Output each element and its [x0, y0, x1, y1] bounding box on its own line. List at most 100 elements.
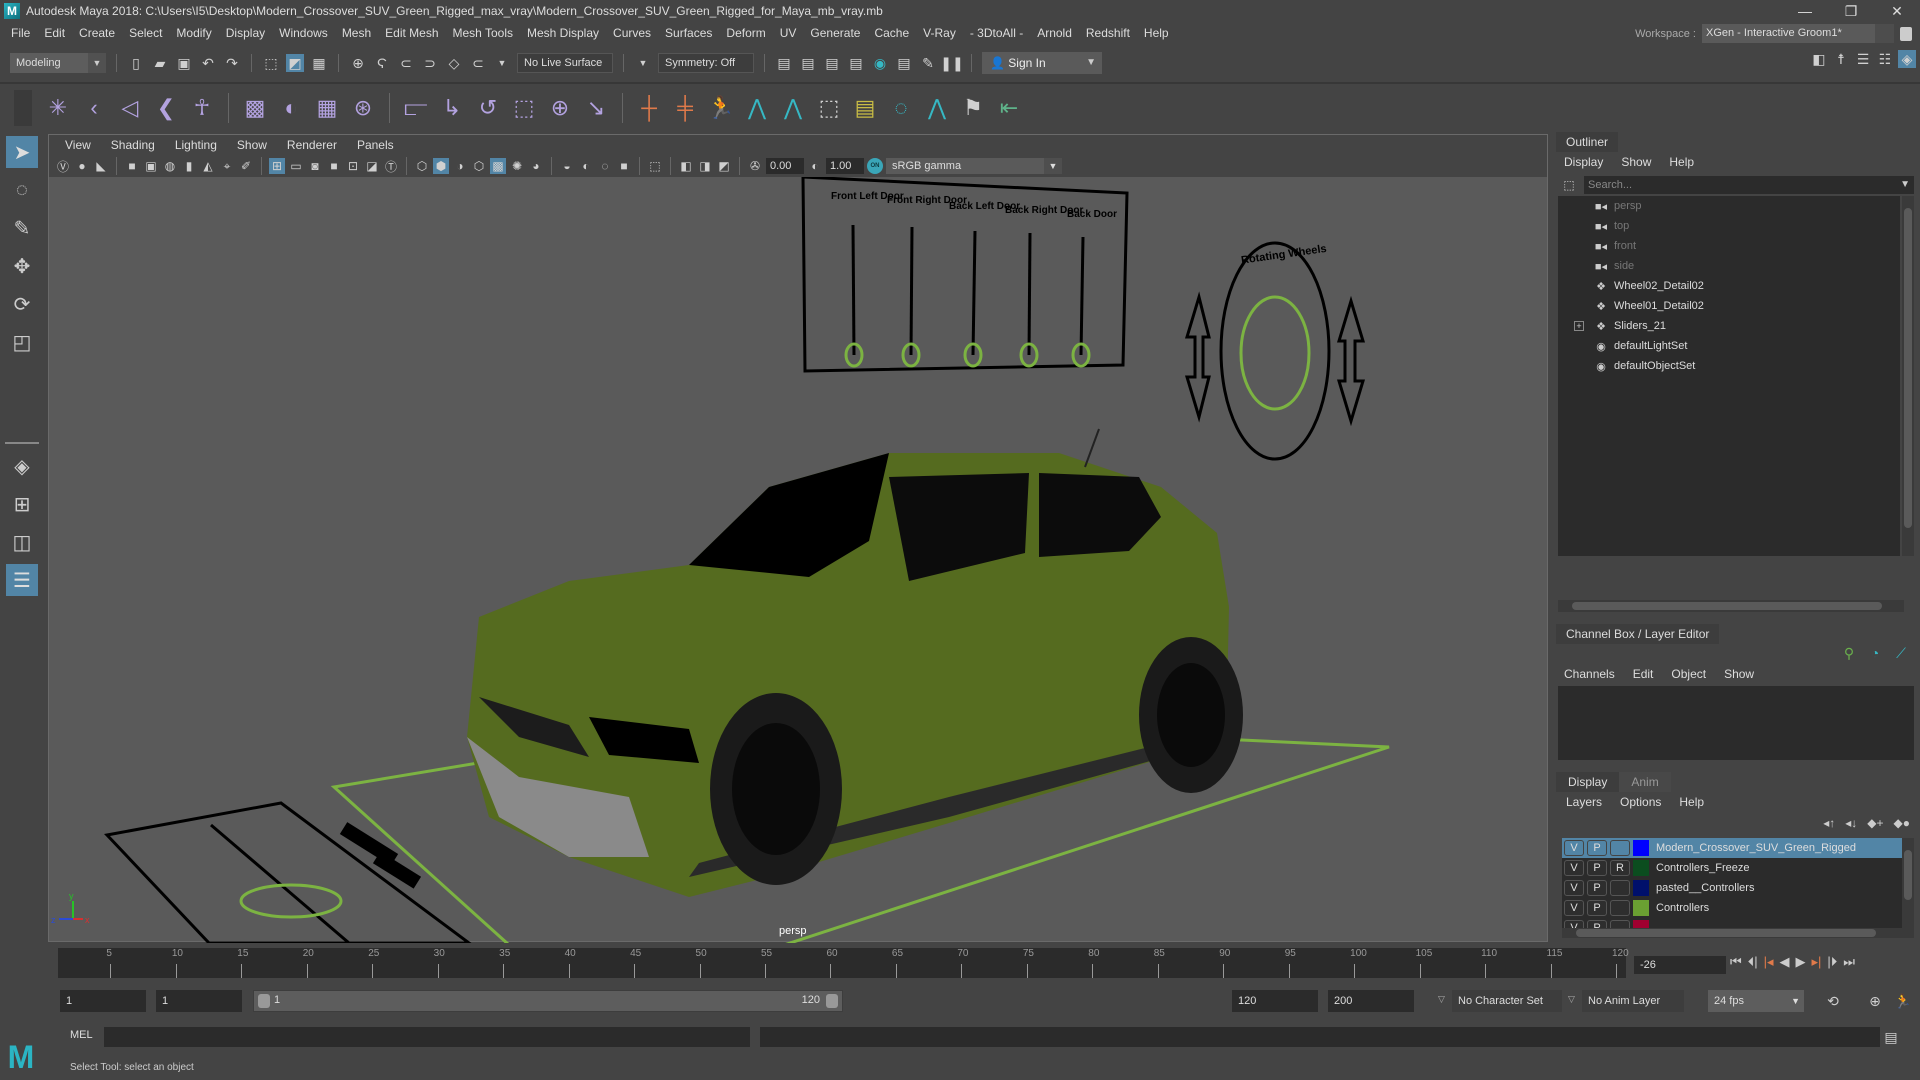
safe-action-icon[interactable]: ◪ — [364, 158, 380, 174]
time-ruler[interactable]: 5 10 15 20 25 30 35 40 45 50 55 60 65 70 75 80 85 90 95 100… — [58, 948, 1629, 978]
rotate-tool-icon[interactable]: ⟳ — [6, 288, 38, 320]
undo-icon[interactable]: ↶ — [199, 54, 217, 72]
move-layer-down-icon[interactable]: ◂↓ — [1845, 816, 1857, 830]
mash-icon[interactable]: ⋀ — [779, 94, 807, 122]
point-constraint-icon[interactable]: ↳ — [438, 94, 466, 122]
viewport-menu-show[interactable]: Show — [227, 138, 277, 152]
gamma-field[interactable]: 1.00 — [826, 158, 864, 174]
mash-tool-icon[interactable]: ⋀ — [923, 94, 951, 122]
smooth-shade-icon[interactable]: ⬢ — [433, 158, 449, 174]
cluster-icon[interactable]: ⊛ — [349, 94, 377, 122]
layer-row[interactable]: VP — [1562, 918, 1902, 928]
layer-color-swatch[interactable] — [1633, 880, 1649, 896]
outliner-item[interactable]: ❖ Wheel01_Detail02 — [1558, 296, 1900, 316]
tab-display[interactable]: Display — [1556, 772, 1620, 792]
camera-attributes-icon[interactable]: ● — [74, 158, 90, 174]
save-scene-icon[interactable]: ▣ — [175, 54, 193, 72]
modeling-toolkit-icon[interactable]: ◧ — [1810, 50, 1828, 68]
color-management-toggle[interactable]: ON — [867, 158, 883, 174]
play-forward-icon[interactable]: ▶ — [1796, 954, 1806, 970]
loop-icon[interactable]: ⟲ — [1824, 992, 1842, 1010]
suv-model[interactable] — [467, 428, 1243, 897]
wireframe-on-shaded-icon[interactable]: ◑ — [452, 158, 468, 174]
character-set-field[interactable]: No Character Set — [1452, 990, 1562, 1012]
render-frame-icon[interactable]: ▤ — [799, 54, 817, 72]
gamma-icon[interactable]: ◐ — [807, 158, 823, 174]
speed-icon[interactable]: ◔ — [1866, 644, 1884, 662]
time-slider[interactable]: 5 10 15 20 25 30 35 40 45 50 55 60 65 70 75 80 85 90 95 100… — [48, 944, 1629, 982]
outliner-item[interactable]: ■◂ persp — [1558, 196, 1900, 216]
paint-select-icon[interactable]: ◌ — [887, 94, 915, 122]
outliner-item[interactable]: ◉ defaultObjectSet — [1558, 356, 1900, 376]
viewport-menu-shading[interactable]: Shading — [101, 138, 165, 152]
channel-box-tab[interactable]: Channel Box / Layer Editor — [1556, 624, 1720, 644]
outliner-layout-icon[interactable]: ☰ — [6, 564, 38, 596]
menu-mesh-tools[interactable]: Mesh Tools — [446, 26, 520, 40]
key-constraint-icon[interactable]: ╪ — [671, 94, 699, 122]
ik-handle-icon[interactable]: ‹ — [80, 94, 108, 122]
viewport-scene[interactable]: Front Left Door Front Right Door Back Le… — [49, 177, 1549, 943]
outliner-item[interactable]: ◉ defaultLightSet — [1558, 336, 1900, 356]
menu-mesh[interactable]: Mesh — [335, 26, 378, 40]
lock-camera-icon[interactable]: ▣ — [143, 158, 159, 174]
menu-mesh-display[interactable]: Mesh Display — [520, 26, 606, 40]
render-view-icon[interactable]: ▤ — [775, 54, 793, 72]
menu-v-ray[interactable]: V-Ray — [916, 26, 963, 40]
outliner-item[interactable]: ■◂ front — [1558, 236, 1900, 256]
fps-dropdown[interactable]: 24 fps ▼ — [1708, 990, 1804, 1012]
layer-p-toggle[interactable]: P — [1587, 860, 1607, 876]
pause-icon[interactable]: ❚❚ — [940, 54, 963, 72]
open-scene-icon[interactable]: ▰ — [151, 54, 169, 72]
menu-3dtoall[interactable]: - 3DtoAll - — [963, 26, 1030, 40]
anti-aliasing-icon[interactable]: ◌ — [597, 158, 613, 174]
outliner-search-input[interactable]: Search... ▼ — [1584, 176, 1914, 194]
menu-modify[interactable]: Modify — [169, 26, 218, 40]
tool-settings-icon[interactable]: ☷ — [1876, 50, 1894, 68]
move-layer-up-icon[interactable]: ◂↑ — [1823, 816, 1835, 830]
wheel-rotation-controller[interactable]: Rotating Wheels — [1184, 241, 1366, 461]
menu-create[interactable]: Create — [72, 26, 122, 40]
menu-arnold[interactable]: Arnold — [1030, 26, 1079, 40]
film-gate-icon[interactable]: ▭ — [288, 158, 304, 174]
outliner-item[interactable]: + ❖ Sliders_21 — [1558, 316, 1900, 336]
select-component-icon[interactable]: ▦ — [310, 54, 328, 72]
snap-magnet-icon[interactable]: ⊂ — [469, 54, 487, 72]
manipulator-icon[interactable]: ⚲ — [1840, 644, 1858, 662]
set-key-icon[interactable]: ┼ — [635, 94, 663, 122]
menu-generate[interactable]: Generate — [803, 26, 867, 40]
viewport-menu-lighting[interactable]: Lighting — [165, 138, 227, 152]
anim-prefs-icon[interactable]: 🏃 — [1894, 992, 1912, 1010]
layer-row[interactable]: V P Modern_Crossover_SUV_Green_Rigged — [1562, 838, 1902, 858]
snap-point-icon[interactable]: ⊂ — [397, 54, 415, 72]
menu-cache[interactable]: Cache — [867, 26, 916, 40]
layer-r-toggle[interactable] — [1610, 900, 1630, 916]
menu-file[interactable]: File — [4, 26, 37, 40]
range-end-handle[interactable] — [826, 994, 838, 1008]
character-set-icon[interactable]: 🏃 — [707, 94, 735, 122]
layer-v-toggle[interactable]: V — [1564, 920, 1584, 928]
menu-display[interactable]: Display — [219, 26, 272, 40]
layer-color-swatch[interactable] — [1633, 840, 1649, 856]
layer-horizontal-scrollbar[interactable] — [1562, 928, 1914, 938]
single-perspective-layout-icon[interactable]: ◈ — [6, 450, 38, 482]
insert-icon[interactable]: ⇤ — [995, 94, 1023, 122]
layer-menu-layers[interactable]: Layers — [1566, 795, 1602, 809]
use-lights-icon[interactable]: ✺ — [509, 158, 525, 174]
layer-p-toggle[interactable]: P — [1587, 840, 1607, 856]
layer-r-toggle[interactable] — [1610, 840, 1630, 856]
channel-box-menu-show[interactable]: Show — [1724, 667, 1754, 681]
bookmark-add-icon[interactable]: ⚑ — [959, 94, 987, 122]
depth-of-field-icon[interactable]: ■ — [616, 158, 632, 174]
layer-row[interactable]: V Ppasted__Controllers — [1562, 878, 1902, 898]
step-back-frame-icon[interactable]: |◂ — [1764, 954, 1774, 970]
play-backward-icon[interactable]: ◀ — [1780, 954, 1790, 970]
textured-icon[interactable]: ▩ — [490, 158, 506, 174]
outliner-horizontal-scrollbar[interactable] — [1558, 600, 1904, 612]
outliner-vertical-scrollbar[interactable] — [1902, 196, 1914, 556]
xray-active-icon[interactable]: ◨ — [697, 158, 713, 174]
bind-skin-icon[interactable]: ❮ — [152, 94, 180, 122]
outliner-item[interactable]: ■◂ top — [1558, 216, 1900, 236]
ambient-occlusion-icon[interactable]: ◒ — [559, 158, 575, 174]
restore-button[interactable]: ❐ — [1828, 0, 1874, 22]
chevron-down-icon[interactable]: ▽ — [1568, 994, 1575, 1005]
